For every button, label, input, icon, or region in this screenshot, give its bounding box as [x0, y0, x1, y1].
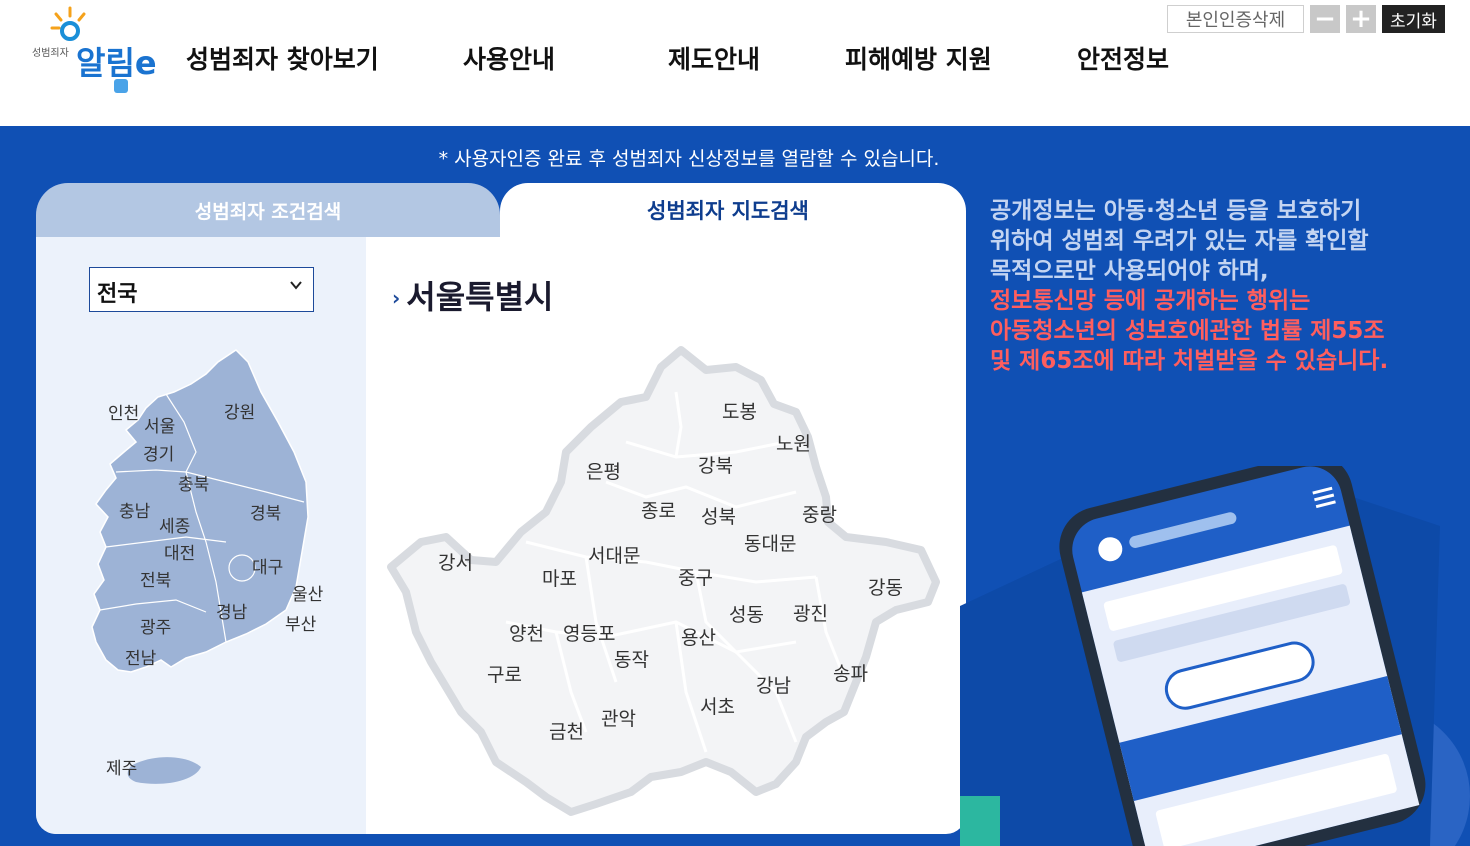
- district-songpa[interactable]: 송파: [833, 663, 868, 685]
- warning-line-1: 공개정보는 아동·청소년 등을 보호하기: [990, 198, 1362, 224]
- warning-line-3: 목적으로만 사용되어야 하며,: [990, 258, 1269, 284]
- district-gangnam[interactable]: 강남: [756, 675, 791, 697]
- nationwide-map-panel: 전국 인천 서울 경기 강원 충북 충남 세종 대전 경북 대구 전북 울산 경…: [36, 237, 366, 834]
- nav-safety-info[interactable]: 안전정보: [1077, 40, 1169, 76]
- logo-main-text: 알림e: [76, 44, 157, 82]
- district-gangbuk[interactable]: 강북: [698, 455, 733, 477]
- region-jeonnam[interactable]: 전남: [125, 649, 157, 669]
- region-select-value: 전국: [97, 282, 138, 307]
- nav-system-guide[interactable]: 제도안내: [668, 40, 760, 76]
- district-yeongdeungpo[interactable]: 영등포: [563, 623, 615, 645]
- region-select[interactable]: 전국: [89, 267, 314, 312]
- district-dobong[interactable]: 도봉: [722, 401, 757, 423]
- region-gangwon[interactable]: 강원: [224, 403, 255, 423]
- district-guro[interactable]: 구로: [487, 664, 522, 686]
- region-sejong[interactable]: 세종: [159, 517, 190, 537]
- cert-delete-button[interactable]: 본인인증삭제: [1167, 5, 1304, 33]
- nav-offender-search[interactable]: 성범죄자 찾아보기: [186, 40, 379, 76]
- auth-notice: * 사용자인증 완료 후 성범죄자 신상정보를 열람할 수 있습니다.: [438, 148, 940, 170]
- tab-map-search[interactable]: 성범죄자 지도검색: [500, 183, 966, 241]
- district-nowon[interactable]: 노원: [776, 433, 811, 455]
- reset-zoom-button[interactable]: 초기화: [1382, 5, 1445, 33]
- map-search-panel: 전국 인천 서울 경기 강원 충북 충남 세종 대전 경북 대구 전북 울산 경…: [36, 237, 966, 834]
- district-dongjak[interactable]: 동작: [614, 649, 649, 671]
- district-gwangjin[interactable]: 광진: [793, 603, 828, 625]
- warning-line-6: 및 제65조에 따라 처벌받을 수 있습니다.: [990, 348, 1389, 374]
- tab-map-search-label: 성범죄자 지도검색: [647, 195, 809, 241]
- warning-line-5: 아동청소년의 성보호에관한 법률 제55조: [990, 318, 1385, 344]
- warning-line-4: 정보통신망 등에 공개하는 행위는: [990, 288, 1311, 314]
- region-jeju[interactable]: 제주: [106, 759, 137, 779]
- district-yangcheon[interactable]: 양천: [509, 623, 544, 645]
- district-gangseo[interactable]: 강서: [438, 552, 473, 574]
- region-incheon[interactable]: 인천: [108, 404, 139, 424]
- region-jeonbuk[interactable]: 전북: [140, 571, 171, 591]
- region-daejeon[interactable]: 대전: [164, 544, 195, 564]
- region-gwangju[interactable]: 광주: [140, 618, 171, 638]
- chevron-down-icon: [290, 281, 302, 290]
- district-junggu[interactable]: 중구: [678, 567, 713, 589]
- district-seocho[interactable]: 서초: [700, 696, 735, 718]
- district-geumcheon[interactable]: 금천: [549, 721, 584, 743]
- region-daegu[interactable]: 대구: [252, 558, 283, 578]
- tab-condition-search[interactable]: 성범죄자 조건검색: [36, 183, 500, 237]
- district-seongbuk[interactable]: 성북: [701, 506, 736, 528]
- zoom-out-button[interactable]: −: [1310, 4, 1340, 34]
- region-busan[interactable]: 부산: [285, 615, 317, 635]
- district-dongdaemun[interactable]: 동대문: [744, 533, 796, 555]
- district-seodaemun[interactable]: 서대문: [588, 545, 640, 567]
- nav-usage-guide[interactable]: 사용안내: [463, 40, 555, 76]
- district-mapo[interactable]: 마포: [542, 568, 577, 590]
- logo-graphic: 성범죄자 알림e: [32, 6, 157, 93]
- region-gyeongnam[interactable]: 경남: [216, 603, 248, 623]
- region-chungbuk[interactable]: 충북: [178, 475, 209, 495]
- main-band: * 사용자인증 완료 후 성범죄자 신상정보를 열람할 수 있습니다. 성범죄자…: [0, 126, 1470, 846]
- region-gyeonggi[interactable]: 경기: [143, 445, 174, 465]
- region-seoul[interactable]: 서울: [144, 417, 175, 437]
- jeju-island-shape: [127, 757, 201, 784]
- district-jungnang[interactable]: 중랑: [802, 504, 837, 526]
- site-header: 성범죄자 알림e 성범죄자 찾아보기 사용안내 제도안내 피해예방 지원 안전정…: [0, 0, 1470, 126]
- zoom-in-button[interactable]: +: [1346, 4, 1376, 34]
- warning-line-2: 위하여 성범죄 우려가 있는 자를 확인할: [990, 228, 1369, 254]
- nav-prevention-support[interactable]: 피해예방 지원: [845, 40, 992, 76]
- app-promo-phone-image: [960, 466, 1470, 846]
- logo-small-text: 성범죄자: [32, 47, 69, 59]
- district-yongsan[interactable]: 용산: [681, 627, 716, 649]
- region-gyeongbuk[interactable]: 경북: [250, 504, 281, 524]
- korea-map[interactable]: 인천 서울 경기 강원 충북 충남 세종 대전 경북 대구 전북 울산 경남 부…: [66, 342, 346, 812]
- seoul-outline-shape: [387, 346, 940, 816]
- region-chungnam[interactable]: 충남: [119, 502, 151, 522]
- district-jongno[interactable]: 종로: [641, 500, 676, 522]
- district-eunpyeong[interactable]: 은평: [586, 461, 621, 483]
- district-seongdong[interactable]: 성동: [729, 604, 764, 626]
- district-gangdong[interactable]: 강동: [868, 577, 903, 599]
- site-logo[interactable]: 성범죄자 알림e: [30, 4, 170, 99]
- region-ulsan[interactable]: 울산: [292, 585, 324, 605]
- district-gwanak[interactable]: 관악: [601, 708, 636, 730]
- seoul-district-map[interactable]: 도봉 노원 은평 강북 종로 성북 중랑 서대문 동대문 강서 마포 중구 강동…: [376, 292, 946, 832]
- usage-warning: 공개정보는 아동·청소년 등을 보호하기 위하여 성범죄 우려가 있는 자를 확…: [990, 196, 1460, 376]
